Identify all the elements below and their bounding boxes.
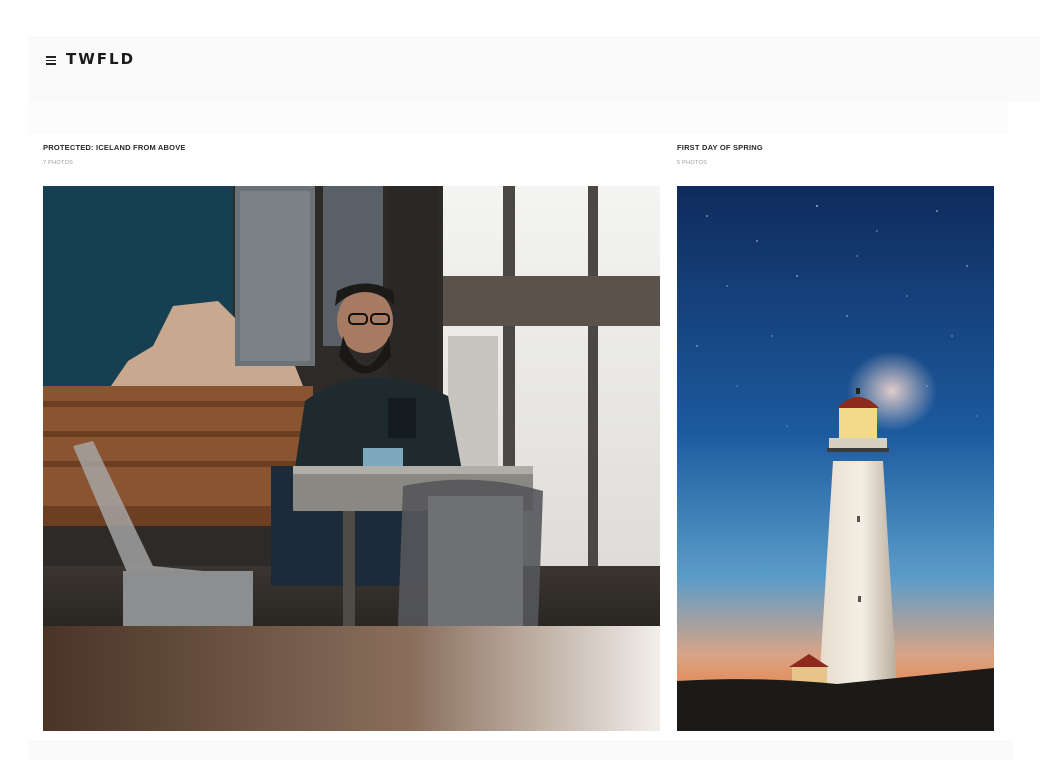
gallery-title-iceland[interactable]: PROTECTED: ICELAND FROM ABOVE xyxy=(43,143,186,152)
content-area xyxy=(28,102,1008,134)
gallery-count-spring: 5 PHOTOS xyxy=(677,160,708,166)
gallery-cover-spring[interactable] xyxy=(677,186,994,731)
footer-strip xyxy=(28,740,1013,760)
gallery-title-spring[interactable]: FIRST DAY OF SPRING xyxy=(677,143,763,152)
gallery-cover-iceland[interactable] xyxy=(43,186,660,731)
gallery-count-iceland: 7 PHOTOS xyxy=(43,160,74,166)
hamburger-menu-icon[interactable] xyxy=(46,56,56,65)
lighthouse-photo xyxy=(677,186,994,731)
cafe-man-photo xyxy=(43,186,660,731)
site-header: TWFLD xyxy=(28,36,1040,102)
site-logo[interactable]: TWFLD xyxy=(66,50,135,68)
